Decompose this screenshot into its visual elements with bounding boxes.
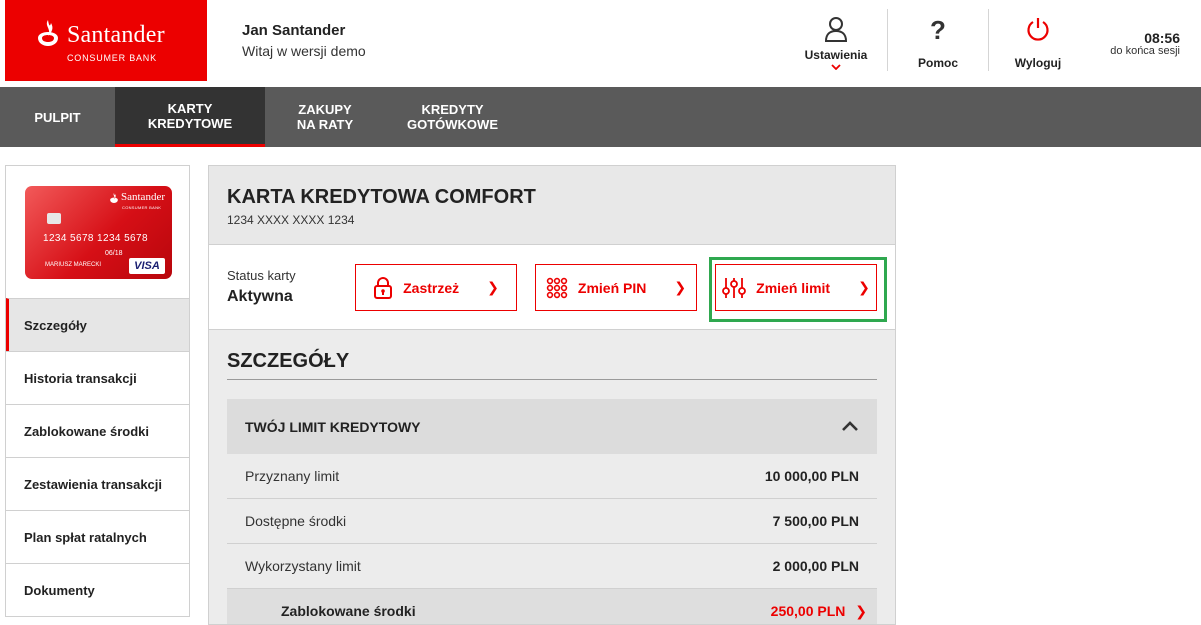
keypad-icon: [546, 277, 568, 298]
sidebar-item-statements[interactable]: Zestawienia transakcji: [6, 457, 189, 510]
sidebar-item-documents[interactable]: Dokumenty: [6, 563, 189, 616]
change-pin-button[interactable]: Zmień PIN ❯: [535, 264, 697, 311]
change-limit-label: Zmień limit: [756, 279, 831, 296]
row-label: Dostępne środki: [245, 513, 347, 529]
header-divider: [887, 9, 888, 71]
power-icon: [1027, 18, 1049, 41]
status-label: Status karty: [227, 268, 296, 283]
main-nav: PULPIT KARTY KREDYTOWE ZAKUPY NA RATY KR…: [0, 87, 1201, 147]
chevron-right-icon: ❯: [674, 279, 687, 295]
row-value: 250,00 PLN ❯: [771, 603, 867, 620]
details-title: SZCZEGÓŁY: [227, 350, 350, 372]
nav-item-cash-loans[interactable]: KREDYTY GOTÓWKOWE: [385, 87, 520, 147]
sidebar-item-transaction-history[interactable]: Historia transakcji: [6, 351, 189, 404]
session-label: do końca sesji: [1110, 45, 1180, 57]
chevron-right-icon: ❯: [855, 603, 867, 619]
nav-item-credit-cards[interactable]: KARTY KREDYTOWE: [115, 87, 265, 147]
limit-row-used: Wykorzystany limit 2 000,00 PLN: [227, 544, 877, 589]
card-brand-sub: CONSUMER BANK: [122, 205, 162, 210]
logo-text: Santander: [67, 22, 165, 48]
session-time: 08:56: [1144, 30, 1180, 46]
limit-row-blocked-funds[interactable]: Zablokowane środki 250,00 PLN ❯: [227, 589, 877, 624]
card-details-panel: KARTA KREDYTOWA COMFORT 1234 XXXX XXXX 1…: [208, 165, 896, 625]
user-name: Jan Santander: [242, 22, 346, 39]
row-label: Zablokowane środki: [281, 603, 416, 619]
card-title: KARTA KREDYTOWA COMFORT: [227, 186, 536, 208]
details-divider: [227, 379, 877, 380]
chevron-right-icon: ❯: [858, 279, 870, 295]
row-value: 10 000,00 PLN: [764, 468, 859, 484]
card-holder: MARIUSZ MARECKI: [45, 262, 102, 268]
sidebar-item-installment-plan[interactable]: Plan spłat ratalnych: [6, 510, 189, 563]
row-value: 7 500,00 PLN: [772, 513, 859, 529]
header-divider: [988, 9, 989, 71]
card-brand: Santander: [121, 191, 165, 203]
logout-label: Wyloguj: [1014, 56, 1062, 70]
row-value: 2 000,00 PLN: [772, 558, 859, 574]
card-number-masked: 1234 XXXX XXXX 1234: [227, 213, 355, 227]
chevron-up-icon[interactable]: [841, 415, 859, 437]
visa-logo: VISA: [129, 258, 165, 274]
sidebar-item-blocked-funds[interactable]: Zablokowane środki: [6, 404, 189, 457]
change-limit-button[interactable]: Zmień limit ❯: [715, 264, 877, 311]
card-header: KARTA KREDYTOWA COMFORT 1234 XXXX XXXX 1…: [209, 166, 895, 245]
help-label: Pomoc: [917, 56, 958, 70]
flame-icon: [38, 20, 58, 46]
block-card-label: Zastrzeż: [403, 279, 460, 296]
blocked-funds-amount: 250,00 PLN: [770, 603, 846, 619]
credit-limit-accordion-header[interactable]: TWÓJ LIMIT KREDYTOWY: [227, 399, 877, 454]
chevron-down-icon: [831, 64, 841, 70]
card-flame-icon: [110, 193, 118, 203]
accordion-title: TWÓJ LIMIT KREDYTOWY: [245, 419, 421, 435]
limit-row-granted: Przyznany limit 10 000,00 PLN: [227, 454, 877, 499]
credit-card-image: Santander CONSUMER BANK 1234 5678 1234 5…: [25, 186, 172, 279]
status-value: Aktywna: [227, 288, 293, 305]
settings-label: Ustawienia: [804, 48, 868, 62]
santander-logo[interactable]: Santander CONSUMER BANK: [5, 0, 207, 81]
user-greeting: Witaj w wersji demo: [242, 43, 366, 59]
lock-icon: [374, 276, 393, 299]
help-button[interactable]: ? Pomoc: [905, 16, 971, 72]
card-number: 1234 5678 1234 5678: [43, 233, 148, 244]
card-chip: [47, 213, 61, 224]
card-expiry: 06/18: [105, 250, 123, 257]
row-label: Wykorzystany limit: [245, 558, 361, 574]
nav-item-installments[interactable]: ZAKUPY NA RATY: [265, 87, 385, 147]
settings-button[interactable]: Ustawienia: [800, 16, 872, 78]
question-icon: ?: [930, 15, 946, 45]
logout-button[interactable]: Wyloguj: [1005, 16, 1071, 72]
sliders-icon: [722, 277, 747, 298]
logo-subtext: CONSUMER BANK: [67, 53, 157, 63]
change-pin-label: Zmień PIN: [577, 279, 647, 296]
limit-row-available: Dostępne środki 7 500,00 PLN: [227, 499, 877, 544]
block-card-button[interactable]: Zastrzeż ❯: [355, 264, 517, 311]
row-label: Przyznany limit: [245, 468, 340, 484]
sidebar-item-details[interactable]: Szczegóły: [6, 298, 189, 351]
chevron-right-icon: ❯: [487, 279, 499, 295]
user-icon: [824, 17, 848, 42]
nav-item-dashboard[interactable]: PULPIT: [0, 87, 115, 147]
sidebar: Santander CONSUMER BANK 1234 5678 1234 5…: [5, 165, 190, 617]
